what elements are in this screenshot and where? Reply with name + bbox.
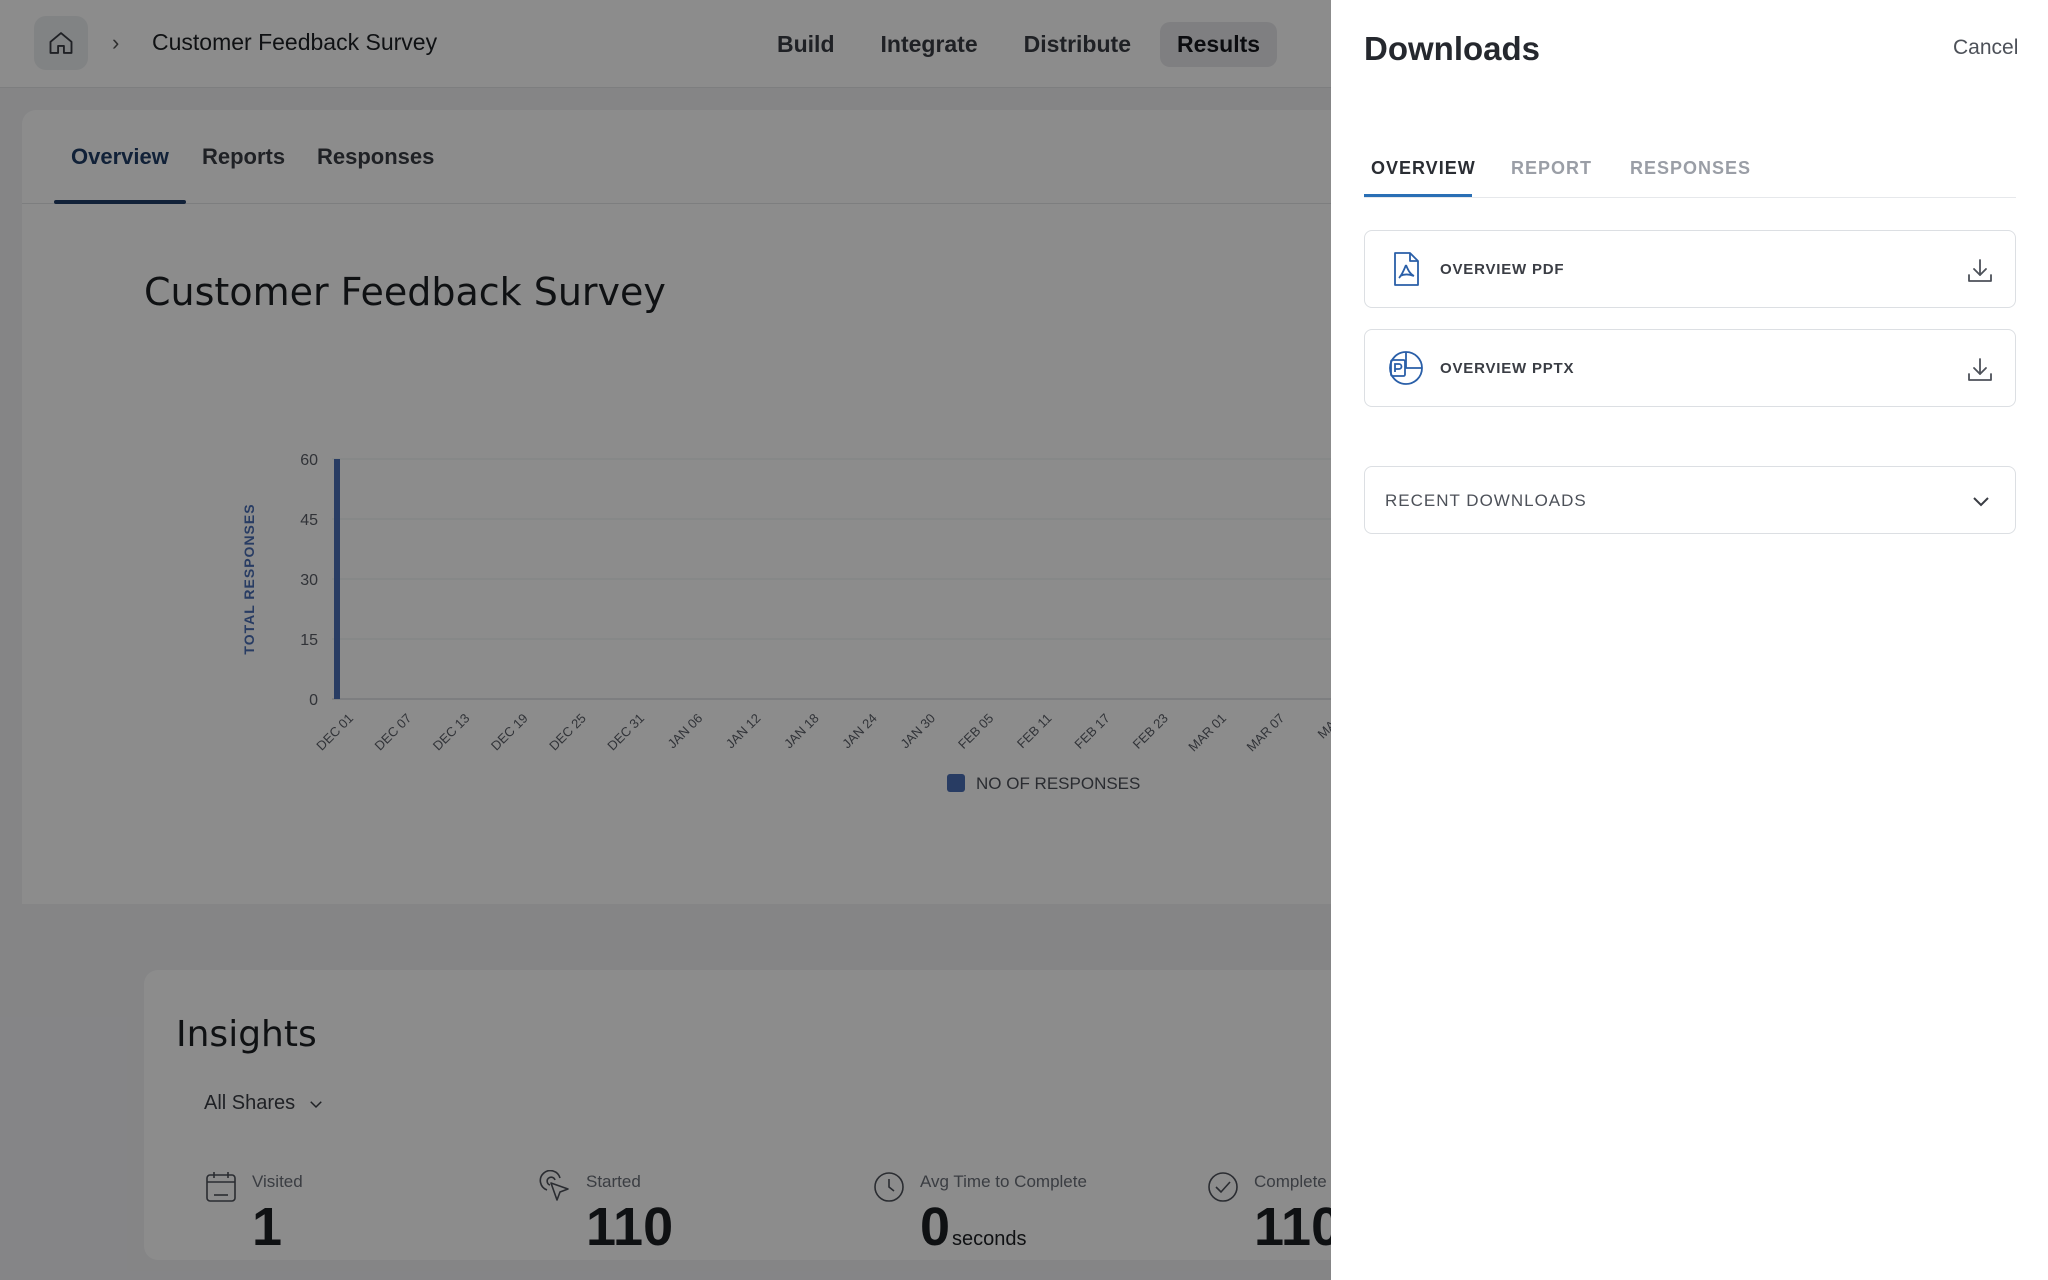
tab-report[interactable]: REPORT bbox=[1511, 158, 1592, 179]
download-icon[interactable] bbox=[1965, 355, 1995, 385]
download-overview-pptx[interactable]: OVERVIEW PPTX bbox=[1364, 329, 2016, 407]
recent-downloads-accordion[interactable]: RECENT DOWNLOADS bbox=[1364, 466, 2016, 534]
pdf-file-icon bbox=[1394, 252, 1419, 286]
download-icon[interactable] bbox=[1965, 256, 1995, 286]
download-label: OVERVIEW PPTX bbox=[1440, 360, 1575, 377]
modal-backdrop[interactable] bbox=[0, 0, 1331, 1280]
downloads-tabs: OVERVIEW REPORT RESPONSES bbox=[1364, 140, 2016, 198]
panel-title: Downloads bbox=[1364, 30, 1541, 67]
recent-downloads-label: RECENT DOWNLOADS bbox=[1385, 491, 1587, 510]
active-tab-indicator bbox=[1364, 194, 1472, 197]
cancel-button[interactable]: Cancel bbox=[1953, 36, 2018, 60]
download-label: OVERVIEW PDF bbox=[1440, 261, 1565, 278]
tab-overview[interactable]: OVERVIEW bbox=[1371, 158, 1476, 179]
chevron-down-icon bbox=[1973, 497, 1989, 507]
powerpoint-icon bbox=[1389, 351, 1423, 385]
download-overview-pdf[interactable]: OVERVIEW PDF bbox=[1364, 230, 2016, 308]
tab-responses[interactable]: RESPONSES bbox=[1630, 158, 1751, 179]
downloads-panel: Downloads Cancel OVERVIEW REPORT RESPONS… bbox=[1331, 0, 2048, 1280]
